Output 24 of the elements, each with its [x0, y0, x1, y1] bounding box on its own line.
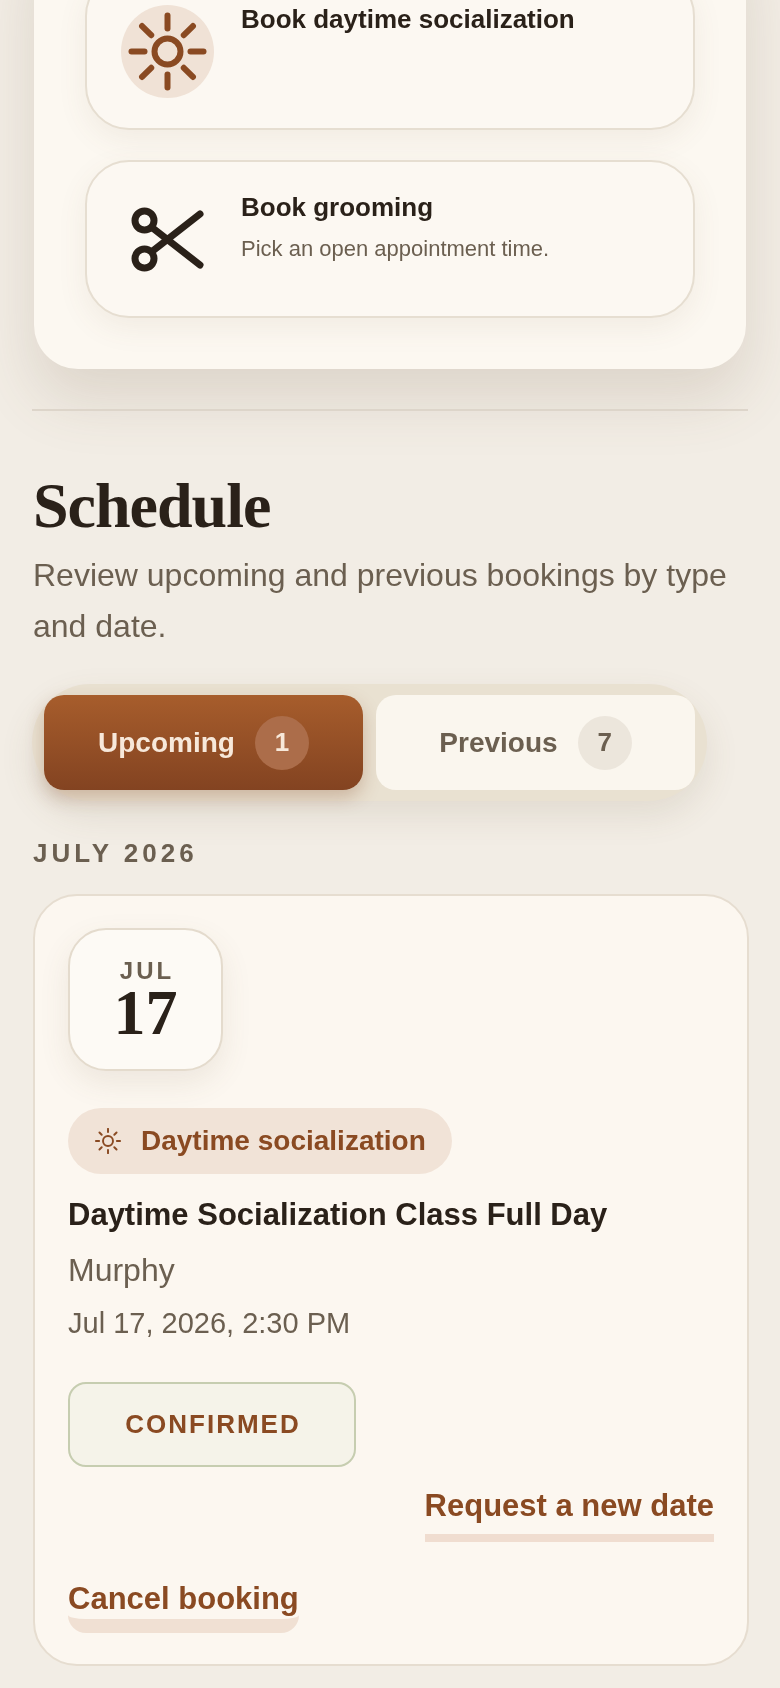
schedule-tab[interactable]: Previous 7: [376, 695, 695, 790]
cancel-link[interactable]: Cancel booking: [68, 1581, 299, 1633]
option-title: Book grooming: [241, 192, 435, 222]
tab-count: 1: [254, 715, 309, 770]
month-heading: JULY 2026: [33, 838, 199, 868]
sun-icon: [121, 4, 214, 98]
sun-icon: [95, 1128, 121, 1154]
date-month: JUL: [118, 957, 175, 984]
option-description: Pick an open appointment time.: [241, 236, 550, 262]
date-day: 17: [113, 983, 178, 1042]
schedule-tab[interactable]: Upcoming 1: [44, 695, 363, 790]
option-title: Book daytime socialization: [241, 4, 575, 34]
booking-option-card[interactable]: Book daytime socialization: [85, 0, 695, 130]
category-label: Daytime socialization: [141, 1125, 426, 1157]
pet-name: Murphy: [68, 1251, 176, 1290]
schedule-description: Review upcoming and previous bookings by type and date.: [33, 556, 728, 646]
schedule-heading: Schedule: [33, 474, 272, 538]
status-badge: CONFIRMED: [68, 1382, 356, 1467]
booking-option-card[interactable]: Book grooming Pick an open appointment time.: [85, 160, 695, 318]
scissors-icon: [130, 206, 205, 272]
reschedule-link[interactable]: Request a new date: [424, 1488, 714, 1542]
booking-datetime: Jul 17, 2026, 2:30 PM: [68, 1306, 352, 1341]
tab-count: 7: [577, 715, 632, 770]
booking-title: Daytime Socialization Class Full Day: [68, 1196, 609, 1234]
